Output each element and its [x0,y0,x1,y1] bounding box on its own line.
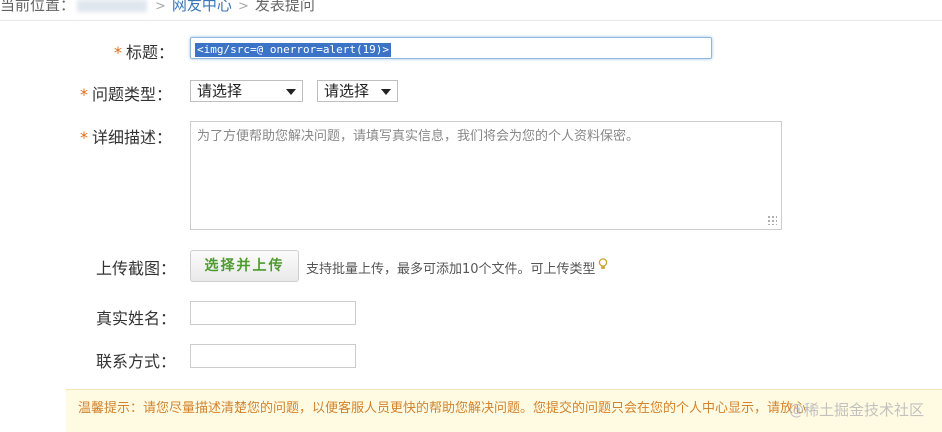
type-label: * 问题类型： [80,81,172,105]
upload-hint-text: 支持批量上传，最多可添加10个文件。可上传类型 [306,262,596,277]
required-mark: * [80,128,88,147]
title-label-text: 标题： [126,43,175,62]
chevron-right-icon: > [237,0,249,14]
type-select-secondary-value: 请选择 [324,82,370,100]
breadcrumb-link-user-center[interactable]: 网友中心 [172,0,232,14]
breadcrumb-blurred-item [77,0,148,12]
title-input[interactable]: <img/src=@ onerror=alert(19)> [190,37,712,59]
title-input-value: <img/src=@ onerror=alert(19)> [195,43,392,57]
chevron-right-icon: > [155,0,166,14]
contact-label: 联系方式： [96,352,177,371]
real-name-input[interactable] [190,301,356,325]
tip-text: 温馨提示：请您尽量描述清楚您的问题，以便客服人员更快的帮助您解决问题。您提交的问… [78,401,807,416]
detail-placeholder: 为了方便帮助您解决问题，请填写真实信息，我们将会为您的个人资料保密。 [197,129,640,144]
type-select-primary-value: 请选择 [197,82,243,100]
type-label-text: 问题类型： [92,85,173,104]
detail-label: * 详细描述： [80,124,172,148]
detail-label-text: 详细描述： [92,128,173,147]
breadcrumb: 当前位置： > 网友中心 > 发表提问 [0,0,942,16]
watermark: @稀土掘金技术社区 [788,401,924,419]
title-label: * 标题： [114,39,174,63]
required-mark: * [80,85,88,104]
type-select-primary[interactable]: 请选择 [190,80,303,102]
upload-hint: 支持批量上传，最多可添加10个文件。可上传类型 [306,258,608,277]
caret-down-icon [286,89,296,95]
resize-grip-icon[interactable] [767,215,777,225]
type-select-secondary[interactable]: 请选择 [317,80,398,102]
detail-textarea[interactable]: 为了方便帮助您解决问题，请填写真实信息，我们将会为您的个人资料保密。 [190,121,782,230]
breadcrumb-current: 发表提问 [254,0,315,14]
required-mark: * [114,43,122,62]
lightbulb-icon[interactable] [598,258,608,273]
upload-button[interactable]: 选择并上传 [190,250,299,282]
name-label: 真实姓名： [96,309,177,328]
upload-label: 上传截图： [96,259,177,278]
breadcrumb-prefix: 当前位置： [0,0,76,14]
caret-down-icon [381,89,391,95]
contact-input[interactable] [190,344,356,368]
breadcrumb-divider [0,20,942,21]
